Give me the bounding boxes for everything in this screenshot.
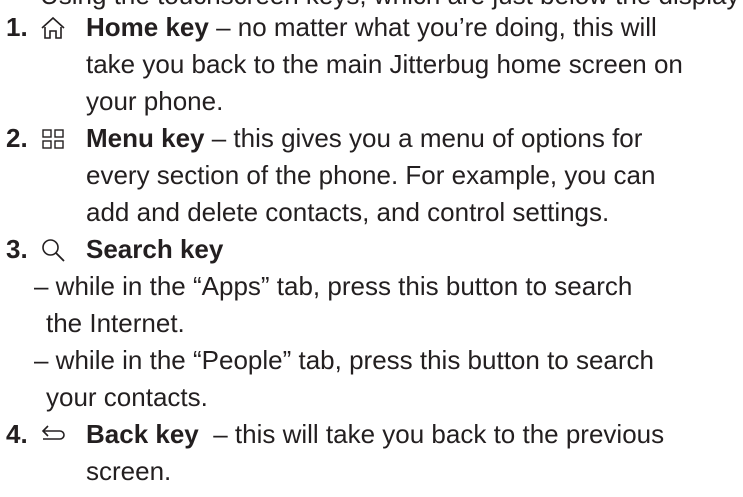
item-text: – while in the “Apps” tab, press this bu… (34, 271, 633, 301)
menu-icon (40, 126, 66, 152)
list-item-back-key: 4. Back key – this will take you back to… (6, 416, 736, 490)
list-item-home-key: 1. Home key – no matter what you’re doin… (6, 9, 736, 120)
item-text: take you back to the main Jitterbug home… (86, 49, 683, 79)
search-icon (40, 237, 66, 263)
instruction-page: Using the touchscreen keys, which are ju… (0, 0, 743, 497)
item-number: 3. (6, 234, 28, 264)
item-text: – this will take you back to the previou… (198, 419, 665, 449)
home-icon (40, 15, 66, 41)
key-name: Home key (86, 12, 209, 42)
key-name: Menu key (86, 123, 205, 153)
item-number: 4. (6, 419, 28, 449)
item-text: – while in the “People” tab, press this … (34, 345, 655, 375)
item-text: every section of the phone. For example,… (86, 160, 656, 190)
list-item-menu-key: 2. Menu key – this gives you a menu of o… (6, 120, 736, 231)
item-text: the Internet. (46, 308, 185, 338)
item-text: your phone. (86, 86, 224, 116)
item-text: – this gives you a menu of options for (204, 123, 643, 153)
item-number: 2. (6, 123, 28, 153)
item-text: add and delete contacts, and control set… (86, 197, 610, 227)
item-text: – no matter what you’re doing, this will (208, 12, 657, 42)
item-number: 1. (6, 12, 28, 42)
key-name: Search key (86, 234, 224, 264)
key-name: Back key (86, 419, 199, 449)
back-icon (40, 422, 66, 448)
list-item-search-key: 3. Search key – while in the “Apps” tab,… (6, 231, 736, 416)
item-text: screen. (86, 456, 172, 486)
item-text: your contacts. (46, 382, 208, 412)
